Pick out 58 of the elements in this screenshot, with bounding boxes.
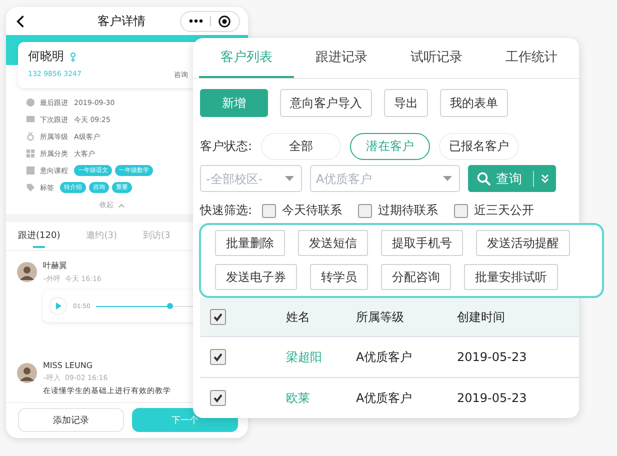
dropdown-arrow-icon [285, 176, 294, 181]
panel-tab[interactable]: 跟进记录 [294, 38, 389, 78]
batch-action-button[interactable]: 发送活动提醒 [476, 230, 570, 256]
page-title: 客户详情 [96, 12, 146, 30]
checkbox-label: 过期待联系 [378, 202, 438, 219]
checkbox-label: 今天待联系 [282, 202, 342, 219]
avatar-icon [17, 363, 37, 383]
detail-icon [26, 132, 35, 141]
search-icon [477, 172, 491, 186]
batch-action-button[interactable]: 批量删除 [215, 230, 285, 256]
column-header: 所属等级 [356, 308, 405, 326]
check-icon [213, 352, 223, 362]
add-record-button[interactable]: 添加记录 [18, 408, 124, 432]
row-checkbox[interactable] [210, 349, 226, 365]
table-cell: 2019-05-23 [457, 350, 527, 364]
batch-action-button[interactable]: 发送短信 [298, 230, 368, 256]
checkbox[interactable] [358, 204, 372, 218]
status-option[interactable]: 已报名客户 [439, 133, 520, 160]
status-option[interactable]: 全部 [261, 133, 342, 160]
check-icon [213, 393, 223, 403]
back-icon[interactable] [16, 14, 25, 28]
record-author: 叶赫翼 [43, 260, 67, 271]
checkbox[interactable] [262, 204, 276, 218]
chevron-up-icon [118, 202, 124, 208]
capsule-menu[interactable] [180, 10, 240, 32]
column-header: 姓名 [286, 308, 311, 326]
select-all-checkbox[interactable] [210, 309, 226, 325]
detail-icon [26, 149, 35, 158]
avatar-icon [17, 262, 37, 282]
action-button[interactable]: 导出 [384, 89, 428, 117]
batch-action-button[interactable]: 批量安排试听 [464, 264, 558, 290]
dropdown-field[interactable]: A优质客户 [310, 165, 460, 192]
batch-action-button[interactable]: 分配咨询 [381, 264, 451, 290]
panel-tab[interactable]: 试听记录 [389, 38, 484, 78]
action-button[interactable]: 意向客户导入 [280, 89, 372, 117]
status-label: 客户状态: [200, 138, 252, 155]
customer-name: 何晓明 [28, 48, 64, 65]
checkbox[interactable] [454, 204, 468, 218]
action-button[interactable]: 我的表单 [440, 89, 508, 117]
double-chevron-icon [541, 174, 549, 183]
gender-icon [70, 52, 76, 62]
table-cell: 2019-05-23 [457, 391, 527, 405]
table-cell-text: A优质客户 [356, 348, 414, 366]
dropdown-field[interactable]: -全部校区- [200, 165, 302, 192]
record-author: MISS LEUNG [43, 361, 93, 370]
checkbox-label: 近三天公开 [474, 202, 534, 219]
batch-action-button[interactable]: 发送电子券 [215, 264, 297, 290]
batch-action-button[interactable]: 转学员 [310, 264, 368, 290]
panel-tab[interactable]: 工作统计 [484, 38, 579, 78]
target-icon[interactable] [218, 14, 231, 28]
batch-action-button[interactable]: 提取手机号 [381, 230, 463, 256]
more-icon[interactable] [189, 19, 203, 23]
check-icon [213, 312, 223, 322]
row-checkbox[interactable] [210, 390, 226, 406]
column-header: 创建时间 [457, 308, 505, 326]
quick-filter-label: 快速筛选: [200, 202, 252, 219]
table-cell-text: A优质客户 [356, 390, 414, 406]
dropdown-arrow-icon [443, 176, 452, 181]
